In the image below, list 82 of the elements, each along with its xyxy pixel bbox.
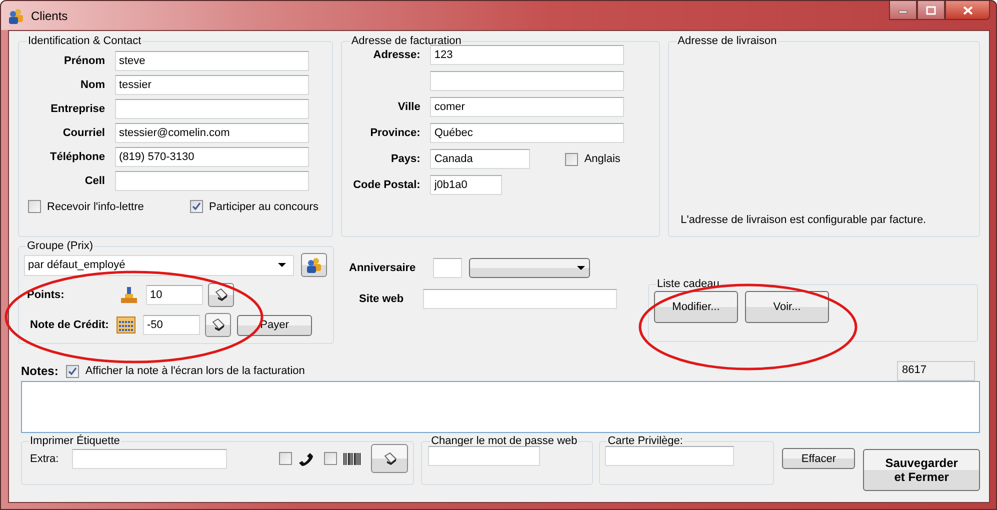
checkbox[interactable] [279,452,292,465]
text-field[interactable]: tessier [115,75,309,95]
eraser-icon [213,287,229,303]
eraser-icon [210,317,226,333]
checkbox-label: Afficher la note à l'écran lors de la facturation [85,365,305,377]
text-field[interactable] [115,99,309,119]
barcode-icon [343,452,362,466]
field-label: Site web [359,293,405,305]
text-field[interactable] [423,289,617,309]
checkbox-label: Anglais [584,153,620,165]
group-title: Adresse de livraison [676,35,778,47]
field-label: Adresse: [372,49,420,61]
window-title: Clients [31,8,68,22]
eraser-button[interactable] [208,283,234,307]
people-icon [7,6,25,24]
text-field[interactable]: stessier@comelin.com [115,123,309,143]
field-label: Province: [369,127,420,139]
field-label: Code Postal: [352,179,420,191]
group-title: Identification & Contact [27,35,142,47]
text-field[interactable]: j0b1a0 [430,175,502,195]
text-field[interactable]: 10 [146,285,203,305]
text-field[interactable]: comer [430,97,624,117]
people-icon [305,256,323,274]
dropdown[interactable]: par défaut_employé [24,254,294,276]
eraser-button[interactable] [205,313,231,337]
caret-icon [577,266,585,270]
group-title: Changer le mot de passe web [430,435,578,447]
caret-icon [278,263,286,267]
checkbox[interactable] [28,200,41,213]
field-label: Extra: [29,452,60,464]
text-field[interactable] [115,171,309,191]
checkbox[interactable] [190,200,203,213]
notes-field[interactable] [21,381,980,433]
field-label: Nom [80,79,105,91]
group-title: Carte Privilège: [606,435,684,447]
phone-icon [298,450,314,466]
text-field[interactable]: Québec [430,123,624,143]
text-field[interactable]: (819) 570-3130 [115,147,309,167]
maximize-button[interactable] [917,1,945,20]
clear-button[interactable]: Effacer [782,448,856,469]
text-field[interactable] [72,448,227,468]
close-icon [962,6,972,14]
month-dropdown[interactable] [469,258,590,278]
checkbox[interactable] [66,364,80,378]
dropdown-value: par défaut_employé [28,259,126,271]
save-close-button[interactable]: Sauvegarder et Fermer [863,449,980,491]
group-title: Adresse de facturation [350,35,462,47]
notes-label: Notes: [21,364,58,378]
field-label: Entreprise [50,103,105,115]
field-label: Cell [84,175,105,187]
gift-list-button[interactable]: Modifier... [654,291,738,323]
client-number: 8617 [897,361,975,381]
text-field[interactable] [428,446,540,466]
group-button[interactable] [301,253,327,277]
text-field[interactable]: steve [115,51,309,71]
text-field[interactable] [433,258,462,278]
stamp-icon [119,285,139,305]
field-label: Anniversaire [349,262,417,274]
field-label: Courriel [62,127,105,139]
checkbox-label: Participer au concours [209,200,318,212]
gift-list-button[interactable]: Voir... [745,291,829,323]
eraser-icon [382,450,398,466]
text-field[interactable]: -50 [143,315,200,335]
group-title: Groupe (Prix) [26,240,94,252]
maximize-icon [926,6,936,14]
checkbox[interactable] [565,152,578,166]
field-label: Ville [396,101,420,113]
field-label: Téléphone [48,151,105,163]
field-label: Prénom [63,55,105,67]
text-field[interactable] [604,446,734,466]
field-label: Note de Crédit: [29,319,110,331]
checkbox-label: Recevoir l'info-lettre [47,200,144,212]
text-field[interactable]: Canada [430,149,530,169]
info-text: L'adresse de livraison est configurable par facture. [680,214,928,228]
close-button[interactable] [945,1,990,20]
group-title: Imprimer Étiquette [29,435,121,447]
calculator-icon [116,315,136,335]
text-field[interactable] [430,71,624,91]
minimize-button[interactable] [889,1,917,20]
checkbox[interactable] [324,452,338,465]
text-field[interactable]: 123 [430,45,624,65]
field-label: Pays: [390,153,420,165]
